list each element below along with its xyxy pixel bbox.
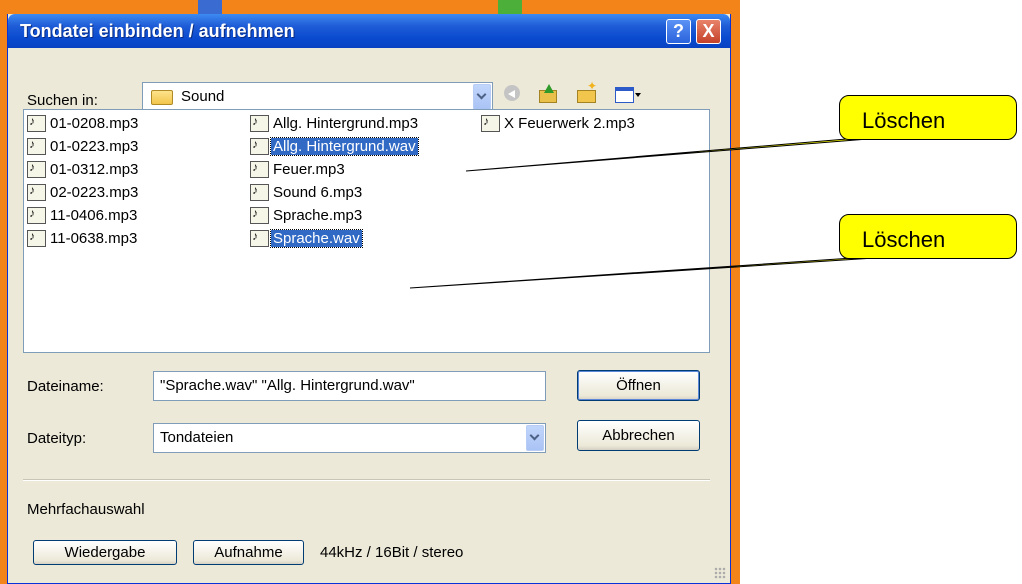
callout-delete-1: Löschen	[839, 95, 1017, 140]
callout-leaders	[409, 135, 907, 289]
callout-delete-2: Löschen	[839, 214, 1017, 259]
callout-leader-2	[409, 255, 907, 289]
callout-leader-1	[465, 135, 907, 172]
